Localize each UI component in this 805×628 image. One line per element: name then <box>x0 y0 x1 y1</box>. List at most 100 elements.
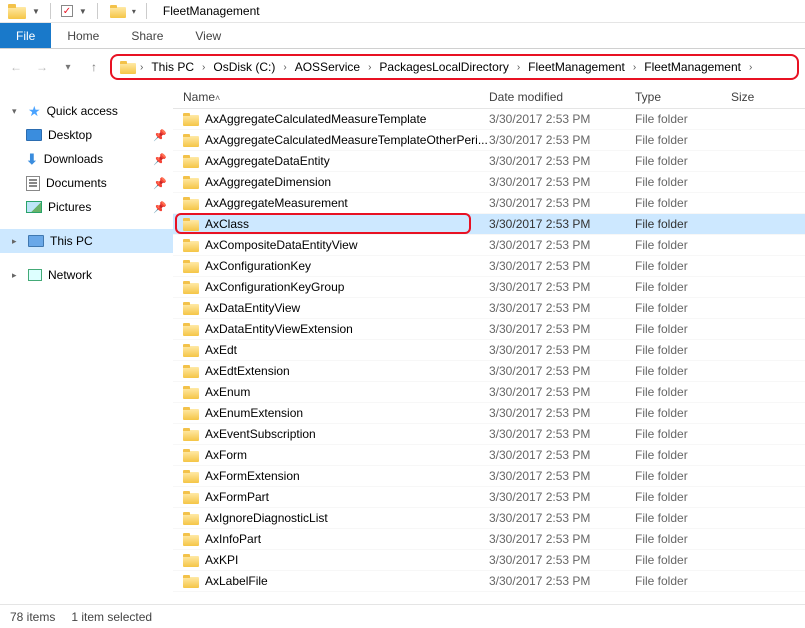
nav-quick-access[interactable]: ▾ ★ Quick access <box>0 99 173 123</box>
folder-icon <box>183 428 199 441</box>
file-name: AxEdt <box>205 343 237 357</box>
qat-customize-icon[interactable]: ▾ <box>132 7 136 16</box>
tab-view[interactable]: View <box>179 23 237 48</box>
chevron-right-icon[interactable]: › <box>281 62 288 73</box>
folder-icon <box>183 176 199 189</box>
nav-pictures[interactable]: Pictures 📌 <box>0 195 173 219</box>
file-name: AxEventSubscription <box>205 427 316 441</box>
file-type: File folder <box>635 238 731 252</box>
chevron-right-icon[interactable]: › <box>747 62 754 73</box>
table-row[interactable]: AxIgnoreDiagnosticList3/30/2017 2:53 PMF… <box>173 508 805 529</box>
nav-downloads[interactable]: ⬇ Downloads 📌 <box>0 147 173 171</box>
crumb-drive[interactable]: OsDisk (C:) <box>207 60 281 74</box>
table-row[interactable]: AxEnumExtension3/30/2017 2:53 PMFile fol… <box>173 403 805 424</box>
nav-this-pc[interactable]: ▸ This PC <box>0 229 173 253</box>
chevron-right-icon[interactable]: ▸ <box>12 270 22 281</box>
file-date: 3/30/2017 2:53 PM <box>489 343 635 357</box>
file-name: AxEdtExtension <box>205 364 290 378</box>
file-date: 3/30/2017 2:53 PM <box>489 217 635 231</box>
file-date: 3/30/2017 2:53 PM <box>489 490 635 504</box>
qat-dropdown2-icon[interactable]: ▼ <box>79 7 87 16</box>
chevron-down-icon[interactable]: ▾ <box>12 106 22 117</box>
table-row[interactable]: AxAggregateDimension3/30/2017 2:53 PMFil… <box>173 172 805 193</box>
chevron-right-icon[interactable]: ▸ <box>12 236 22 247</box>
file-type: File folder <box>635 175 731 189</box>
pc-icon <box>28 235 44 247</box>
file-name: AxAggregateCalculatedMeasureTemplate <box>205 112 426 126</box>
table-row[interactable]: AxCompositeDataEntityView3/30/2017 2:53 … <box>173 235 805 256</box>
file-name: AxEnum <box>205 385 250 399</box>
col-name[interactable]: Name˄ <box>179 90 489 104</box>
chevron-right-icon[interactable]: › <box>631 62 638 73</box>
table-row[interactable]: AxFormPart3/30/2017 2:53 PMFile folder <box>173 487 805 508</box>
tab-share[interactable]: Share <box>115 23 179 48</box>
address-bar[interactable]: › This PC › OsDisk (C:) › AOSService › P… <box>110 54 799 80</box>
chevron-right-icon[interactable]: › <box>138 62 145 73</box>
table-row[interactable]: AxEdt3/30/2017 2:53 PMFile folder <box>173 340 805 361</box>
network-icon <box>28 269 42 281</box>
sort-asc-icon: ˄ <box>215 93 220 103</box>
table-row[interactable]: AxForm3/30/2017 2:53 PMFile folder <box>173 445 805 466</box>
file-date: 3/30/2017 2:53 PM <box>489 238 635 252</box>
table-row[interactable]: AxEventSubscription3/30/2017 2:53 PMFile… <box>173 424 805 445</box>
table-row[interactable]: AxDataEntityView3/30/2017 2:53 PMFile fo… <box>173 298 805 319</box>
nav-desktop[interactable]: Desktop 📌 <box>0 123 173 147</box>
crumb-packages[interactable]: PackagesLocalDirectory <box>373 60 514 74</box>
table-row[interactable]: AxDataEntityViewExtension3/30/2017 2:53 … <box>173 319 805 340</box>
table-row[interactable]: AxEdtExtension3/30/2017 2:53 PMFile fold… <box>173 361 805 382</box>
back-button[interactable]: ← <box>6 57 26 77</box>
crumb-fleet1[interactable]: FleetManagement <box>522 60 631 74</box>
nav-label: Quick access <box>47 104 167 118</box>
forward-button[interactable]: → <box>32 57 52 77</box>
table-row[interactable]: AxAggregateDataEntity3/30/2017 2:53 PMFi… <box>173 151 805 172</box>
file-type: File folder <box>635 322 731 336</box>
table-row[interactable]: AxLabelFile3/30/2017 2:53 PMFile folder <box>173 571 805 592</box>
file-type: File folder <box>635 553 731 567</box>
file-date: 3/30/2017 2:53 PM <box>489 154 635 168</box>
table-row[interactable]: AxFormExtension3/30/2017 2:53 PMFile fol… <box>173 466 805 487</box>
crumb-fleet2[interactable]: FleetManagement <box>638 60 747 74</box>
crumb-thispc[interactable]: This PC <box>145 60 200 74</box>
col-type[interactable]: Type <box>635 90 731 104</box>
crumb-aosservice[interactable]: AOSService <box>289 60 366 74</box>
folder-icon <box>183 533 199 546</box>
table-row[interactable]: AxAggregateMeasurement3/30/2017 2:53 PMF… <box>173 193 805 214</box>
file-type: File folder <box>635 217 731 231</box>
folder-icon <box>183 323 199 336</box>
file-name: AxInfoPart <box>205 532 261 546</box>
qat-properties-icon[interactable]: ✓ <box>61 5 73 17</box>
folder-icon <box>183 386 199 399</box>
folder-icon <box>183 407 199 420</box>
folder-icon <box>183 302 199 315</box>
table-row[interactable]: AxAggregateCalculatedMeasureTemplate3/30… <box>173 109 805 130</box>
chevron-right-icon[interactable]: › <box>366 62 373 73</box>
table-row[interactable]: AxKPI3/30/2017 2:53 PMFile folder <box>173 550 805 571</box>
recent-locations-button[interactable]: ▾ <box>58 57 78 77</box>
folder-icon <box>183 365 199 378</box>
tab-file[interactable]: File <box>0 23 51 48</box>
chevron-right-icon[interactable]: › <box>515 62 522 73</box>
col-size[interactable]: Size <box>731 90 791 104</box>
file-name: AxFormPart <box>205 490 269 504</box>
qat-dropdown-icon[interactable]: ▼ <box>32 7 40 16</box>
file-name: AxConfigurationKey <box>205 259 311 273</box>
download-icon: ⬇ <box>26 151 38 168</box>
table-row[interactable]: AxEnum3/30/2017 2:53 PMFile folder <box>173 382 805 403</box>
nav-network[interactable]: ▸ Network <box>0 263 173 287</box>
file-date: 3/30/2017 2:53 PM <box>489 427 635 441</box>
folder-icon <box>183 512 199 525</box>
nav-documents[interactable]: Documents 📌 <box>0 171 173 195</box>
file-type: File folder <box>635 133 731 147</box>
table-row[interactable]: AxConfigurationKeyGroup3/30/2017 2:53 PM… <box>173 277 805 298</box>
table-row[interactable]: AxInfoPart3/30/2017 2:53 PMFile folder <box>173 529 805 550</box>
table-row[interactable]: AxConfigurationKey3/30/2017 2:53 PMFile … <box>173 256 805 277</box>
nav-label: Documents <box>46 176 147 190</box>
table-row[interactable]: AxAggregateCalculatedMeasureTemplateOthe… <box>173 130 805 151</box>
col-date[interactable]: Date modified <box>489 90 635 104</box>
up-button[interactable]: ↑ <box>84 57 104 77</box>
chevron-right-icon[interactable]: › <box>200 62 207 73</box>
pin-icon: 📌 <box>153 129 167 142</box>
tab-home[interactable]: Home <box>51 23 115 48</box>
status-selected: 1 item selected <box>71 610 152 624</box>
table-row[interactable]: AxClass3/30/2017 2:53 PMFile folder <box>173 214 805 235</box>
